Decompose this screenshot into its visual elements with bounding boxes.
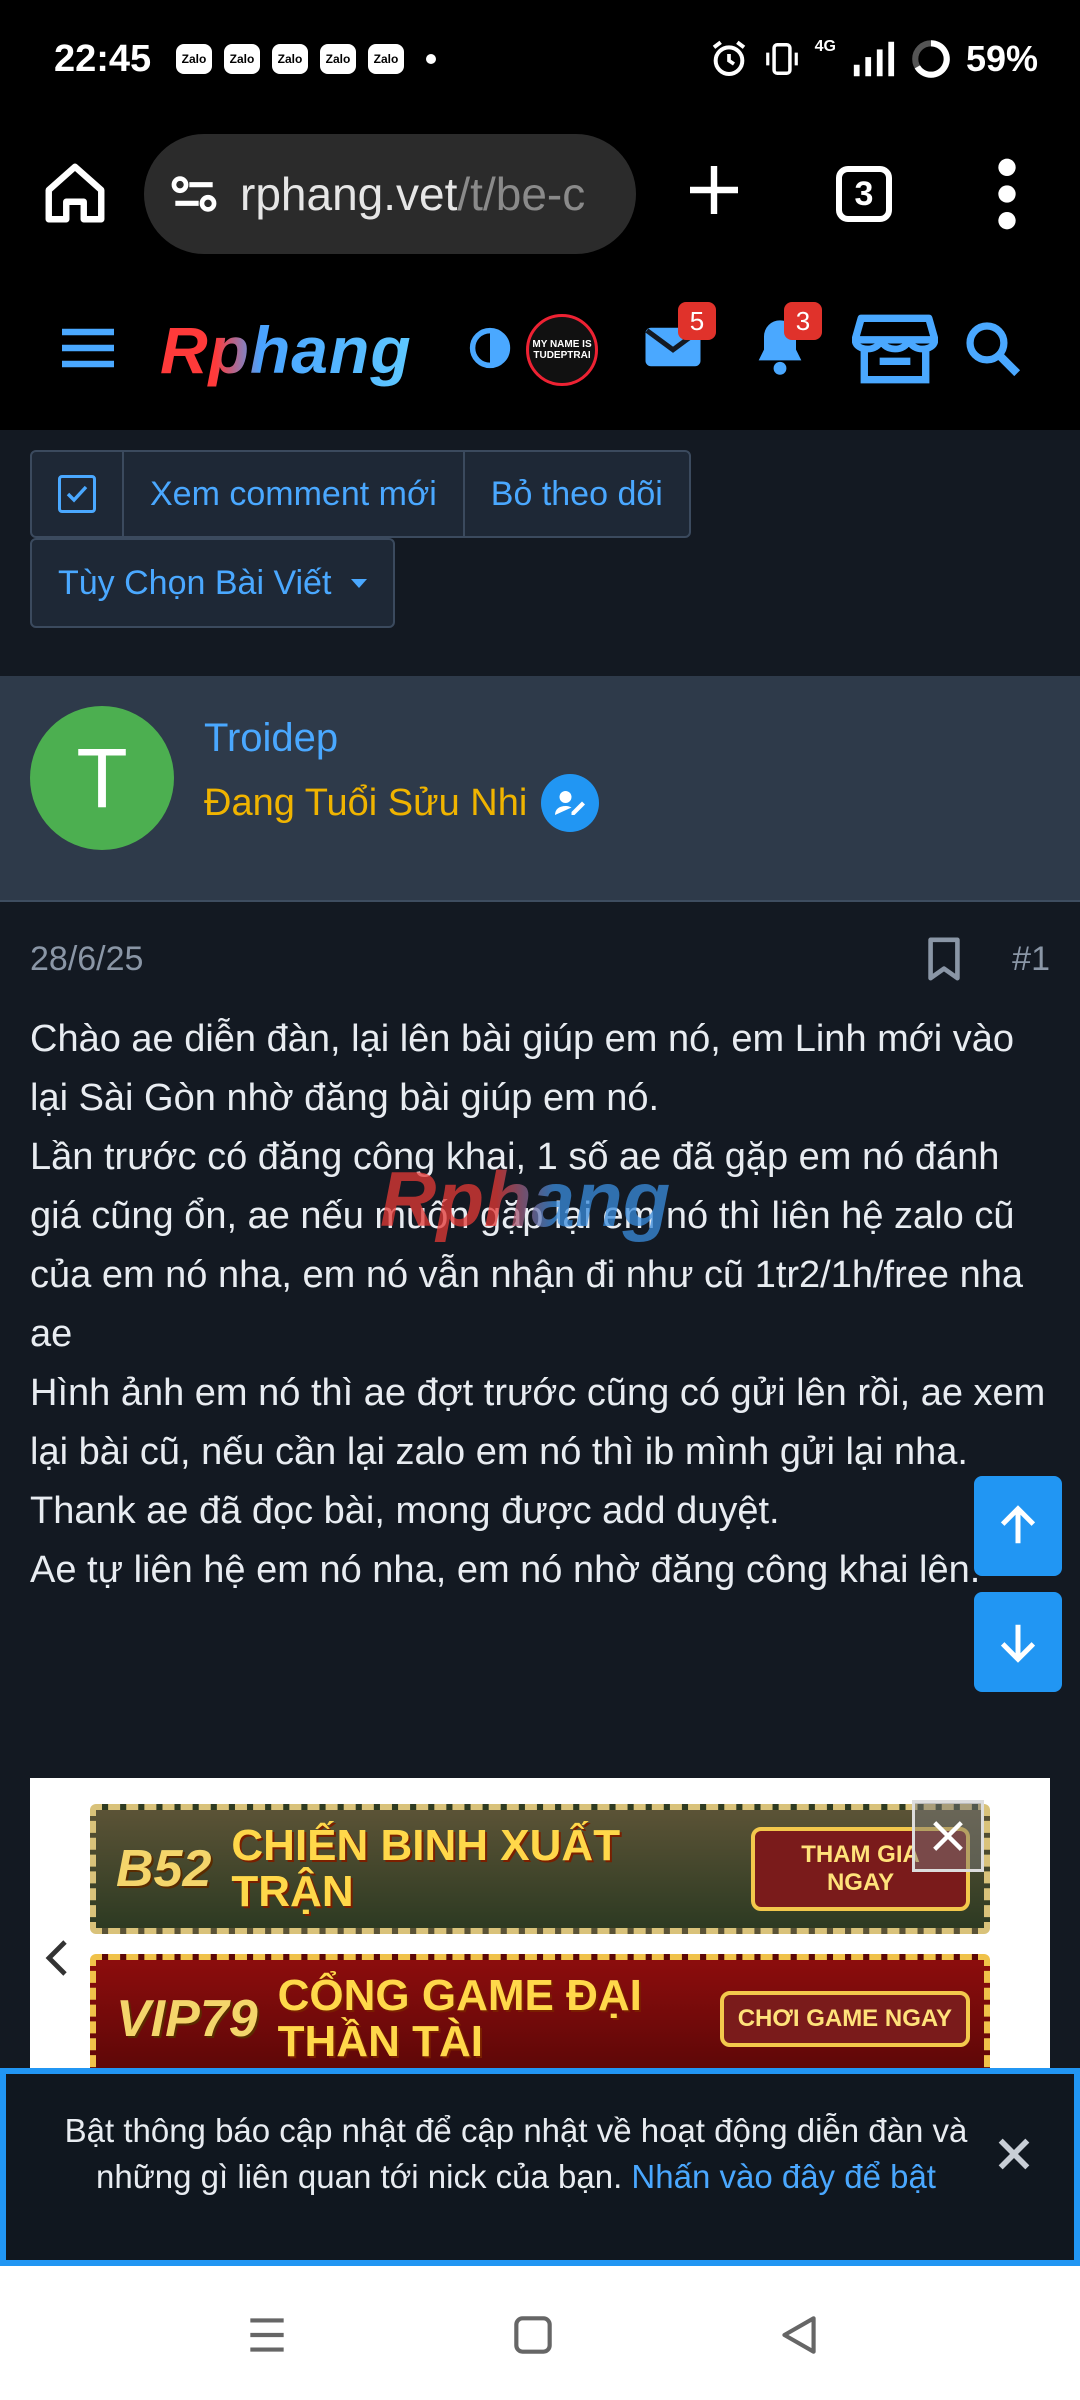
post-body: Chào ae diễn đàn, lại lên bài giúp em nó… xyxy=(30,1010,1050,1600)
site-header: Rphang MY NAME IS TUDEPTRAI 5 3 xyxy=(0,264,1080,430)
select-checkbox-button[interactable] xyxy=(32,452,124,536)
system-navigation-bar xyxy=(0,2266,1080,2400)
hamburger-menu-icon[interactable] xyxy=(60,326,116,370)
messages-button[interactable]: 5 xyxy=(640,302,716,384)
ad-close-button[interactable] xyxy=(912,1800,984,1872)
url-path: /t/be-c xyxy=(457,168,586,220)
author-avatar[interactable]: T xyxy=(30,706,174,850)
more-notifications-dot xyxy=(426,54,436,64)
post-options-dropdown[interactable]: Tùy Chọn Bài Viết xyxy=(30,538,396,628)
zalo-icon: Zalo xyxy=(176,44,212,74)
verified-user-icon xyxy=(541,774,600,832)
chevron-down-icon xyxy=(351,578,368,588)
status-time: 22:45 xyxy=(54,38,152,80)
notification-icons: Zalo Zalo Zalo Zalo Zalo xyxy=(176,44,436,74)
url-text[interactable]: rphang.vet/t/be-c xyxy=(240,167,585,221)
zalo-icon: Zalo xyxy=(320,44,356,74)
alerts-badge: 3 xyxy=(784,302,822,340)
site-settings-icon[interactable] xyxy=(166,166,222,222)
site-logo[interactable]: Rphang xyxy=(160,312,412,388)
network-type: 4G xyxy=(814,38,836,55)
store-icon[interactable] xyxy=(852,312,938,386)
theme-toggle-icon[interactable] xyxy=(468,326,512,370)
close-icon[interactable] xyxy=(994,2134,1034,2174)
ad-headline: CHIẾN BINH XUẤT TRẬN xyxy=(231,1821,621,1916)
ad-banner-vip79[interactable]: VIP79 CỔNG GAME ĐẠI THẦN TÀI CHƠI GAME N… xyxy=(90,1954,990,2084)
zalo-icon: Zalo xyxy=(272,44,308,74)
post-author-block: T Troidep Đang Tuổi Sửu Nhi xyxy=(0,676,1080,902)
post-paragraph: Thank ae đã đọc bài, mong được add duyệt… xyxy=(30,1490,780,1532)
zalo-icon: Zalo xyxy=(368,44,404,74)
post-paragraph: Chào ae diễn đàn, lại lên bài giúp em nó… xyxy=(30,1018,1014,1119)
ad-headline: CỔNG GAME ĐẠI THẦN TÀI xyxy=(277,1971,642,2066)
recents-icon[interactable] xyxy=(242,2310,292,2360)
post-date[interactable]: 28/6/25 xyxy=(30,940,143,979)
author-name[interactable]: Troidep xyxy=(204,716,338,761)
browser-toolbar: rphang.vet/t/be-c 3 xyxy=(0,124,1080,264)
scroll-to-bottom-button[interactable] xyxy=(974,1592,1062,1692)
home-nav-icon[interactable] xyxy=(508,2310,558,2360)
alarm-icon xyxy=(712,40,745,76)
home-icon[interactable] xyxy=(40,158,110,228)
ad-banner-b52[interactable]: B52 CHIẾN BINH XUẤT TRẬN THAM GIA NGAY xyxy=(90,1804,990,1934)
search-icon[interactable] xyxy=(964,320,1022,378)
close-icon xyxy=(933,1821,963,1851)
ad-cta-button[interactable]: CHƠI GAME NGAY xyxy=(719,1991,970,2047)
arrow-up-icon xyxy=(1000,1505,1036,1544)
back-icon[interactable] xyxy=(774,2310,824,2360)
messages-badge: 5 xyxy=(678,302,716,340)
author-title: Đang Tuổi Sửu Nhi xyxy=(204,781,528,824)
chevron-left-icon[interactable] xyxy=(42,1938,72,1978)
thread-action-bar: Xem comment mới Bỏ theo dõi Tùy Chọn Bài… xyxy=(0,430,1080,676)
url-host: rphang.vet xyxy=(240,168,458,220)
post-options-label: Tùy Chọn Bài Viết xyxy=(58,563,332,602)
alerts-button[interactable]: 3 xyxy=(748,302,822,384)
scroll-to-top-button[interactable] xyxy=(974,1476,1062,1576)
status-bar: 22:45 Zalo Zalo Zalo Zalo Zalo 4G 59% xyxy=(0,0,1080,124)
arrow-down-icon xyxy=(1000,1624,1036,1663)
tab-switcher-button[interactable]: 3 xyxy=(836,166,892,222)
watermark-logo: Rphang xyxy=(380,1155,671,1243)
address-bar[interactable]: rphang.vet/t/be-c xyxy=(144,134,636,254)
user-avatar-icon[interactable]: MY NAME IS TUDEPTRAI xyxy=(526,314,598,386)
notice-text: Bật thông báo cập nhật để cập nhật về ho… xyxy=(46,2108,986,2200)
author-title-row: Đang Tuổi Sửu Nhi xyxy=(204,774,600,832)
vibrate-icon xyxy=(765,43,798,75)
push-notification-prompt: Bật thông báo cập nhật để cập nhật về ho… xyxy=(0,2068,1080,2266)
ad-logo: VIP79 xyxy=(116,1990,258,2048)
unfollow-button[interactable]: Bỏ theo dõi xyxy=(465,452,689,536)
screen: 22:45 Zalo Zalo Zalo Zalo Zalo 4G 59% rp… xyxy=(0,0,1080,2400)
enable-notifications-link[interactable]: Nhấn vào đây để bật xyxy=(631,2158,936,2195)
overflow-menu-icon[interactable] xyxy=(990,154,1024,234)
bookmark-icon[interactable] xyxy=(926,936,962,982)
post-paragraph: Ae tự liên hệ em nó nha, em nó nhờ đăng … xyxy=(30,1549,981,1591)
view-new-comments-button[interactable]: Xem comment mới xyxy=(124,452,465,536)
checkbox-icon xyxy=(58,475,96,513)
post-paragraph: Hình ảnh em nó thì ae đợt trước cũng có … xyxy=(30,1372,1046,1473)
new-tab-icon[interactable] xyxy=(682,158,746,222)
post-number[interactable]: #1 xyxy=(1012,940,1050,979)
battery-percent: 59% xyxy=(965,38,1038,79)
battery-icon xyxy=(912,40,950,78)
ad-logo: B52 xyxy=(116,1840,212,1898)
signal-icon xyxy=(853,41,895,77)
system-icons: 4G 59% xyxy=(709,38,1038,80)
ad-container: B52 CHIẾN BINH XUẤT TRẬN THAM GIA NGAY V… xyxy=(30,1778,1050,2088)
zalo-icon: Zalo xyxy=(224,44,260,74)
thread-button-group: Xem comment mới Bỏ theo dõi xyxy=(30,450,691,538)
